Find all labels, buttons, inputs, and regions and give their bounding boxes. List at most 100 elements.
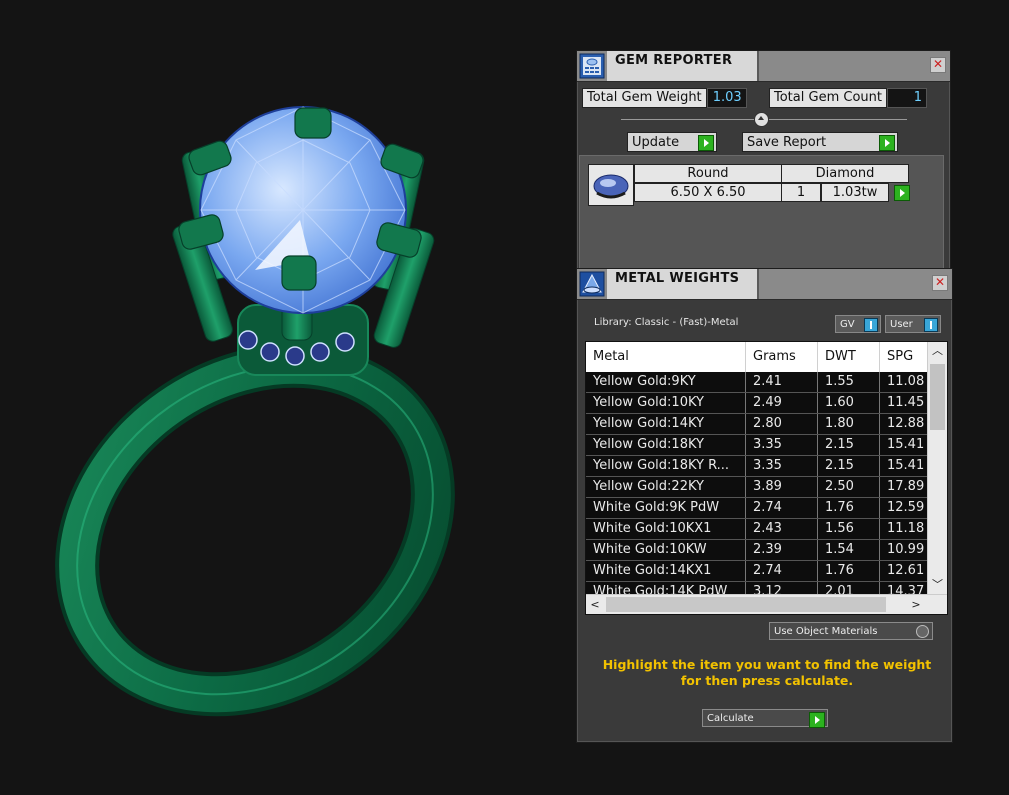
gem-report-icon <box>579 53 605 79</box>
gem-reporter-titlebar[interactable]: GEM REPORTER ✕ <box>577 51 950 82</box>
cell-metal: Yellow Gold:22KY <box>586 477 746 497</box>
table-row[interactable]: Yellow Gold:9KY 2.41 1.55 11.08 <box>586 372 927 393</box>
cell-grams: 2.74 <box>746 561 818 581</box>
gv-toggle[interactable]: GV <box>835 315 881 333</box>
vertical-scroll-thumb[interactable] <box>930 364 945 430</box>
cell-metal: White Gold:14KX1 <box>586 561 746 581</box>
cell-dwt: 1.80 <box>818 414 880 434</box>
vertical-scrollbar[interactable]: ︿ ﹀ <box>927 342 947 594</box>
gv-toggle-label: GV <box>840 319 855 330</box>
cell-spg: 11.08 <box>880 372 927 392</box>
metal-table-body: Yellow Gold:9KY 2.41 1.55 11.08 Yellow Gold:… <box>586 372 927 594</box>
metal-weights-title: METAL WEIGHTS <box>615 271 740 286</box>
cell-grams: 3.35 <box>746 435 818 455</box>
gem-size: 6.50 X 6.50 <box>634 183 782 202</box>
save-report-button[interactable]: Save Report <box>742 132 898 152</box>
cell-grams: 2.49 <box>746 393 818 413</box>
horizontal-scrollbar[interactable]: < > <box>586 594 947 614</box>
total-gem-count-field: Total Gem Count 1 <box>769 88 927 108</box>
use-object-materials-toggle[interactable]: Use Object Materials <box>769 622 933 640</box>
table-row[interactable]: White Gold:14K PdW 3.12 2.01 14.37 <box>586 582 927 594</box>
cell-metal: Yellow Gold:9KY <box>586 372 746 392</box>
cell-grams: 2.43 <box>746 519 818 539</box>
3d-viewport[interactable] <box>0 0 575 791</box>
scroll-up-icon[interactable]: ︿ <box>928 342 947 360</box>
cell-spg: 15.41 <box>880 435 927 455</box>
cell-spg: 12.59 <box>880 498 927 518</box>
toggle-icon <box>864 318 878 332</box>
update-button[interactable]: Update <box>627 132 717 152</box>
col-header-dwt[interactable]: DWT <box>818 342 880 372</box>
table-row[interactable]: Yellow Gold:14KY 2.80 1.80 12.88 <box>586 414 927 435</box>
gem-entry[interactable]: Round Diamond 6.50 X 6.50 1 1.03tw <box>588 164 910 206</box>
gem-type: Diamond <box>781 164 909 183</box>
gem-reporter-title: GEM REPORTER <box>615 53 733 68</box>
cell-dwt: 1.76 <box>818 498 880 518</box>
cell-dwt: 1.56 <box>818 519 880 539</box>
scroll-right-icon[interactable]: > <box>907 595 925 614</box>
calculate-button-label: Calculate <box>707 713 754 724</box>
use-object-materials-label: Use Object Materials <box>774 626 878 637</box>
table-row[interactable]: Yellow Gold:10KY 2.49 1.60 11.45 <box>586 393 927 414</box>
update-button-label: Update <box>632 135 680 150</box>
cell-grams: 2.74 <box>746 498 818 518</box>
ring-model <box>55 106 455 717</box>
gem-weight: 1.03tw <box>821 183 889 202</box>
cell-grams: 3.89 <box>746 477 818 497</box>
table-row[interactable]: Yellow Gold:18KY R... 3.35 2.15 15.41 <box>586 456 927 477</box>
gem-select-play-icon[interactable] <box>894 185 910 201</box>
metal-weights-close-button[interactable]: ✕ <box>932 275 948 291</box>
cell-dwt: 2.01 <box>818 582 880 594</box>
round-diamond-icon <box>588 164 634 206</box>
cell-spg: 11.18 <box>880 519 927 539</box>
table-row[interactable]: Yellow Gold:22KY 3.89 2.50 17.89 <box>586 477 927 498</box>
cell-dwt: 2.15 <box>818 456 880 476</box>
total-gem-count-value: 1 <box>886 88 927 108</box>
size-slider-knob[interactable] <box>754 112 769 127</box>
gem-list[interactable]: Round Diamond 6.50 X 6.50 1 1.03tw <box>579 155 944 279</box>
metal-scale-icon <box>579 271 605 297</box>
col-header-metal[interactable]: Metal <box>586 342 746 372</box>
scroll-down-icon[interactable]: ﹀ <box>928 576 947 594</box>
cell-dwt: 1.55 <box>818 372 880 392</box>
play-icon <box>809 712 825 728</box>
total-gem-weight-field: Total Gem Weight 1.03 <box>582 88 747 108</box>
metal-weights-titlebar[interactable]: METAL WEIGHTS ✕ <box>577 269 952 300</box>
cell-dwt: 2.50 <box>818 477 880 497</box>
cell-dwt: 1.54 <box>818 540 880 560</box>
table-row[interactable]: White Gold:9K PdW 2.74 1.76 12.59 <box>586 498 927 519</box>
horizontal-scroll-thumb[interactable] <box>606 597 886 612</box>
gem-reporter-close-button[interactable]: ✕ <box>930 57 946 73</box>
cell-metal: Yellow Gold:18KY R... <box>586 456 746 476</box>
library-label: Library: Classic - (Fast)-Metal <box>594 317 739 328</box>
metal-weights-title-tab: METAL WEIGHTS <box>607 269 759 299</box>
table-row[interactable]: White Gold:10KX1 2.43 1.56 11.18 <box>586 519 927 540</box>
cell-metal: White Gold:14K PdW <box>586 582 746 594</box>
calculate-button[interactable]: Calculate <box>702 709 828 728</box>
scroll-left-icon[interactable]: < <box>586 595 604 614</box>
metal-table[interactable]: Metal Grams DWT SPG Yellow Gold:9KY 2.41 1… <box>585 341 948 615</box>
cell-spg: 12.88 <box>880 414 927 434</box>
cell-metal: White Gold:10KX1 <box>586 519 746 539</box>
cell-metal: White Gold:9K PdW <box>586 498 746 518</box>
col-header-spg[interactable]: SPG <box>880 342 930 372</box>
col-header-grams[interactable]: Grams <box>746 342 818 372</box>
table-row[interactable]: White Gold:10KW 2.39 1.54 10.99 <box>586 540 927 561</box>
cell-dwt: 2.15 <box>818 435 880 455</box>
play-icon <box>879 135 895 151</box>
metal-weights-panel: METAL WEIGHTS ✕ Library: Classic - (Fast… <box>576 268 953 743</box>
play-icon <box>698 135 714 151</box>
cell-spg: 11.45 <box>880 393 927 413</box>
gem-shape: Round <box>634 164 782 183</box>
cell-metal: White Gold:10KW <box>586 540 746 560</box>
gem-reporter-title-tab: GEM REPORTER <box>607 51 759 81</box>
cell-spg: 15.41 <box>880 456 927 476</box>
table-row[interactable]: Yellow Gold:18KY 3.35 2.15 15.41 <box>586 435 927 456</box>
user-toggle[interactable]: User <box>885 315 941 333</box>
cell-spg: 14.37 <box>880 582 927 594</box>
save-report-button-label: Save Report <box>747 135 827 150</box>
cell-dwt: 1.60 <box>818 393 880 413</box>
table-row[interactable]: White Gold:14KX1 2.74 1.76 12.61 <box>586 561 927 582</box>
toggle-icon <box>924 318 938 332</box>
cell-spg: 12.61 <box>880 561 927 581</box>
